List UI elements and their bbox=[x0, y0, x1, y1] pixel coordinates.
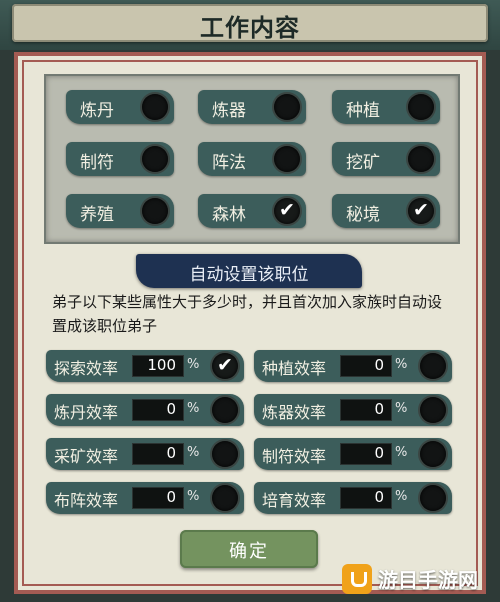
stat-alchemy: 炼丹效率 0 % bbox=[46, 394, 244, 426]
stat-label: 采矿效率 bbox=[54, 447, 119, 466]
checkbox-icon[interactable] bbox=[420, 485, 446, 511]
percent-label: % bbox=[187, 445, 200, 460]
percent-label: % bbox=[187, 489, 200, 504]
confirm-label: 确定 bbox=[229, 541, 269, 562]
title-plate: 工作内容 bbox=[12, 4, 488, 42]
job-label: 养殖 bbox=[80, 205, 114, 225]
stat-explore: 探索效率 100 % ✔ bbox=[46, 350, 244, 382]
checkbox-icon[interactable] bbox=[408, 146, 434, 172]
checkbox-icon[interactable] bbox=[142, 94, 168, 120]
stat-label: 制符效率 bbox=[262, 447, 327, 466]
stat-mining: 采矿效率 0 % bbox=[46, 438, 244, 470]
job-mining[interactable]: 挖矿 bbox=[332, 142, 440, 176]
percent-label: % bbox=[395, 489, 408, 504]
job-label: 炼丹 bbox=[80, 101, 114, 121]
job-label: 制符 bbox=[80, 153, 114, 173]
percent-label: % bbox=[395, 357, 408, 372]
logo-icon bbox=[342, 564, 372, 594]
job-label: 种植 bbox=[346, 101, 380, 121]
value-input[interactable]: 0 bbox=[340, 443, 392, 465]
value-input[interactable]: 0 bbox=[132, 487, 184, 509]
job-label: 阵法 bbox=[212, 153, 246, 173]
job-breeding[interactable]: 养殖 bbox=[66, 194, 174, 228]
checkbox-icon[interactable] bbox=[212, 441, 238, 467]
job-label: 炼器 bbox=[212, 101, 246, 121]
checkbox-icon[interactable] bbox=[420, 353, 446, 379]
value-input[interactable]: 0 bbox=[132, 399, 184, 421]
job-refining[interactable]: 炼器 bbox=[198, 90, 306, 124]
watermark: 游目手游网 bbox=[342, 562, 494, 598]
job-alchemy[interactable]: 炼丹 bbox=[66, 90, 174, 124]
checkbox-icon[interactable] bbox=[142, 146, 168, 172]
checkbox-icon[interactable] bbox=[212, 485, 238, 511]
confirm-button[interactable]: 确定 bbox=[180, 530, 318, 568]
auto-set-banner: 自动设置该职位 bbox=[136, 254, 362, 288]
percent-label: % bbox=[187, 401, 200, 416]
stat-label: 培育效率 bbox=[262, 491, 327, 510]
stat-formation: 布阵效率 0 % bbox=[46, 482, 244, 514]
checkmark-icon: ✔ bbox=[413, 199, 429, 221]
checkbox-icon[interactable] bbox=[274, 94, 300, 120]
checkmark-icon: ✔ bbox=[217, 354, 233, 376]
page-title: 工作内容 bbox=[200, 14, 300, 42]
auto-set-title: 自动设置该职位 bbox=[189, 265, 309, 285]
job-label: 秘境 bbox=[346, 205, 380, 225]
checkbox-icon[interactable] bbox=[420, 397, 446, 423]
stat-refining: 炼器效率 0 % bbox=[254, 394, 452, 426]
job-secret-realm[interactable]: 秘境 ✔ bbox=[332, 194, 440, 228]
value-input[interactable]: 0 bbox=[340, 355, 392, 377]
checkbox-checked-icon[interactable]: ✔ bbox=[274, 198, 300, 224]
checkbox-checked-icon[interactable]: ✔ bbox=[408, 198, 434, 224]
auto-set-description: 弟子以下某些属性大于多少时，并且首次加入家族时自动设置成该职位弟子 bbox=[52, 293, 443, 335]
checkmark-icon: ✔ bbox=[279, 199, 295, 221]
job-grid-panel: 炼丹 炼器 种植 制符 阵法 挖矿 养殖 森林 ✔ 秘境 ✔ bbox=[44, 74, 460, 244]
percent-label: % bbox=[395, 445, 408, 460]
stat-label: 炼器效率 bbox=[262, 403, 327, 422]
job-forest[interactable]: 森林 ✔ bbox=[198, 194, 306, 228]
stat-talisman: 制符效率 0 % bbox=[254, 438, 452, 470]
stat-planting: 种植效率 0 % bbox=[254, 350, 452, 382]
stat-label: 炼丹效率 bbox=[54, 403, 119, 422]
percent-label: % bbox=[395, 401, 408, 416]
checkbox-icon[interactable] bbox=[142, 198, 168, 224]
stat-label: 种植效率 bbox=[262, 359, 327, 378]
checkbox-icon[interactable] bbox=[274, 146, 300, 172]
title-bar: 工作内容 bbox=[0, 0, 500, 50]
value-input[interactable]: 0 bbox=[340, 487, 392, 509]
checkbox-icon[interactable] bbox=[212, 397, 238, 423]
stat-label: 探索效率 bbox=[54, 359, 119, 378]
percent-label: % bbox=[187, 357, 200, 372]
value-input[interactable]: 0 bbox=[132, 443, 184, 465]
checkbox-icon[interactable] bbox=[408, 94, 434, 120]
job-label: 森林 bbox=[212, 205, 246, 225]
checkbox-icon[interactable] bbox=[420, 441, 446, 467]
value-input[interactable]: 0 bbox=[340, 399, 392, 421]
job-formation[interactable]: 阵法 bbox=[198, 142, 306, 176]
job-talisman[interactable]: 制符 bbox=[66, 142, 174, 176]
stat-cultivation: 培育效率 0 % bbox=[254, 482, 452, 514]
checkbox-checked-icon[interactable]: ✔ bbox=[212, 353, 238, 379]
stat-label: 布阵效率 bbox=[54, 491, 119, 510]
job-planting[interactable]: 种植 bbox=[332, 90, 440, 124]
job-label: 挖矿 bbox=[346, 153, 380, 173]
value-input[interactable]: 100 bbox=[132, 355, 184, 377]
watermark-text: 游目手游网 bbox=[378, 568, 478, 592]
